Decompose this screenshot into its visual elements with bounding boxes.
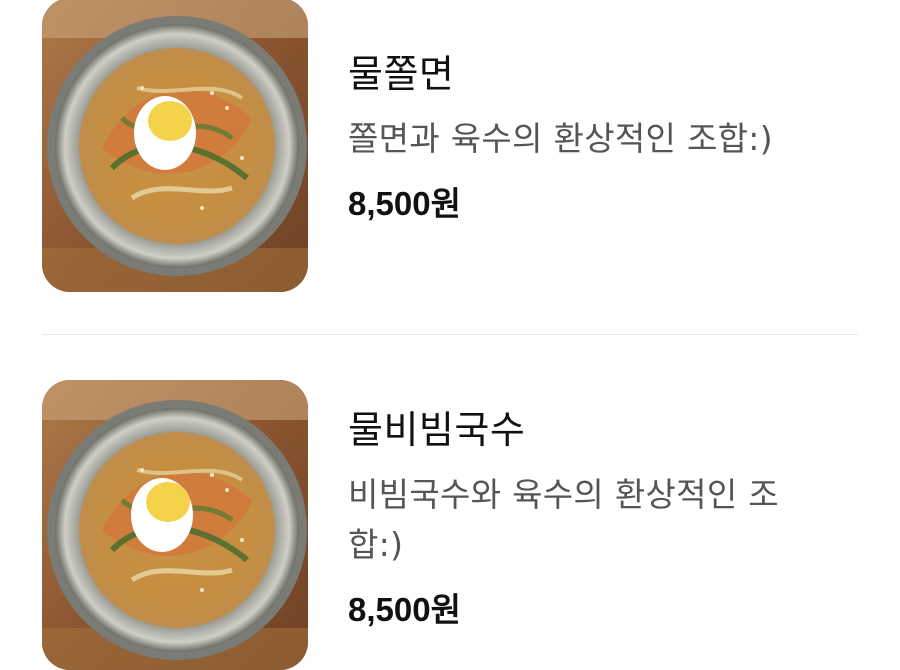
menu-item-name: 물쫄면 <box>348 52 455 96</box>
menu-item-info: 물쫄면 쫄면과 육수의 환상적인 조합:) 8,500원 <box>348 48 868 226</box>
noodle-bowl-photo-icon <box>42 380 308 670</box>
menu-item-info: 물비빔국수 비빔국수와 육수의 환상적인 조합:) 8,500원 <box>348 404 818 632</box>
menu-item-price: 8,500원 <box>348 185 461 222</box>
menu-list: 물쫄면 쫄면과 육수의 환상적인 조합:) 8,500원 물비빔국수 비빔국수와… <box>0 0 900 670</box>
noodle-bowl-photo-icon <box>42 0 308 292</box>
menu-item-price: 8,500원 <box>348 591 461 628</box>
menu-item-description: 쫄면과 육수의 환상적인 조합:) <box>348 119 773 158</box>
menu-item-description: 비빔국수와 육수의 환상적인 조합:) <box>348 475 779 564</box>
item-divider <box>42 334 858 335</box>
menu-item-name: 물비빔국수 <box>348 408 526 452</box>
